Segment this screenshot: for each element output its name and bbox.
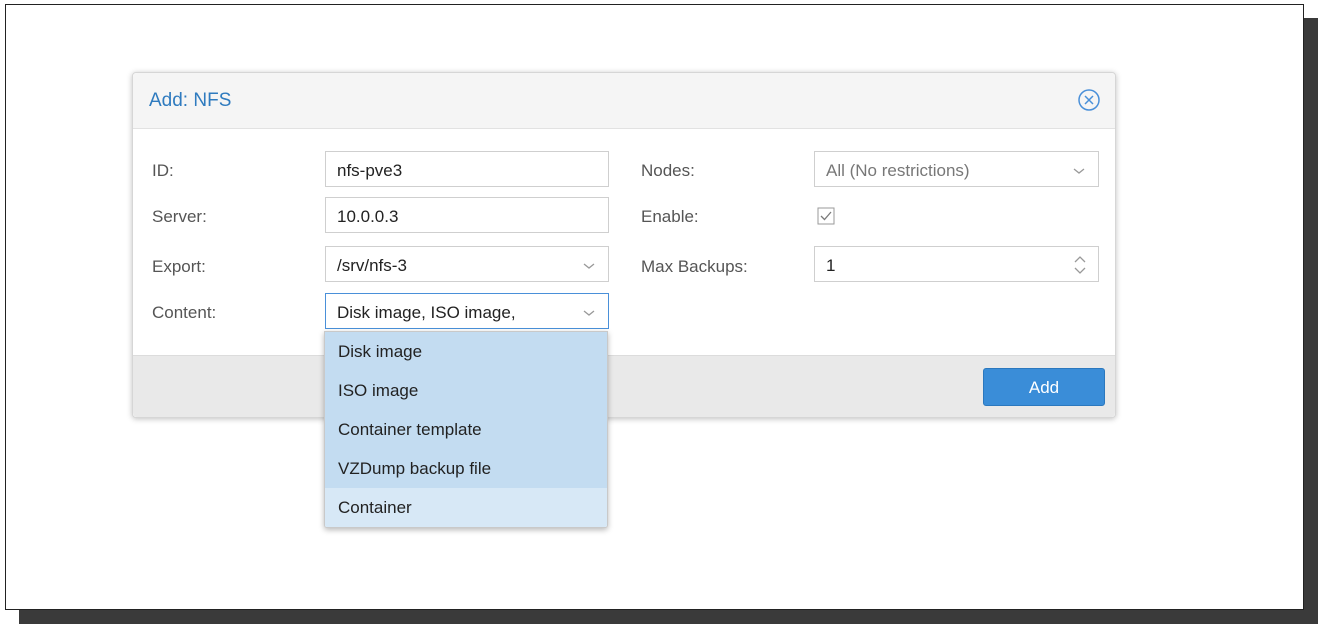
add-button[interactable]: Add [983, 368, 1105, 406]
dialog-title: Add: NFS [149, 90, 232, 111]
enable-checkbox[interactable] [817, 207, 835, 225]
max-backups-label: Max Backups: [641, 257, 748, 276]
chevron-down-icon[interactable] [582, 258, 596, 269]
enable-label: Enable: [641, 207, 699, 226]
chevron-down-icon[interactable] [582, 305, 596, 316]
id-input-value: nfs-pve3 [337, 161, 403, 180]
content-select-value: Disk image, ISO image, [337, 303, 516, 322]
dialog-header: Add: NFS [133, 73, 1115, 129]
export-select-value: /srv/nfs-3 [337, 256, 407, 275]
server-label: Server: [152, 207, 207, 226]
list-item[interactable]: Disk image [325, 332, 607, 371]
id-label: ID: [152, 161, 174, 180]
export-select[interactable]: /srv/nfs-3 [325, 246, 609, 282]
list-item[interactable]: Container [325, 488, 607, 527]
add-nfs-dialog: Add: NFS ID: nfs-pve3 Server: 10.0.0.3 E… [132, 72, 1116, 418]
close-icon[interactable] [1077, 88, 1101, 112]
nodes-label: Nodes: [641, 161, 695, 180]
list-item[interactable]: Container template [325, 410, 607, 449]
content-label: Content: [152, 303, 217, 322]
max-backups-input[interactable]: 1 [814, 246, 1099, 282]
content-dropdown-list: Disk image ISO image Container template … [324, 331, 608, 528]
nodes-select-value: All (No restrictions) [826, 161, 970, 180]
export-label: Export: [152, 257, 206, 276]
list-item[interactable]: VZDump backup file [325, 449, 607, 488]
spinner-icon[interactable] [1073, 253, 1087, 277]
content-select[interactable]: Disk image, ISO image, [325, 293, 609, 329]
max-backups-value: 1 [826, 256, 836, 275]
server-input-value: 10.0.0.3 [337, 207, 399, 226]
list-item[interactable]: ISO image [325, 371, 607, 410]
chevron-down-icon[interactable] [1072, 163, 1086, 174]
nodes-select[interactable]: All (No restrictions) [814, 151, 1099, 187]
server-input[interactable]: 10.0.0.3 [325, 197, 609, 233]
id-input[interactable]: nfs-pve3 [325, 151, 609, 187]
dialog-footer: Add [133, 355, 1115, 417]
